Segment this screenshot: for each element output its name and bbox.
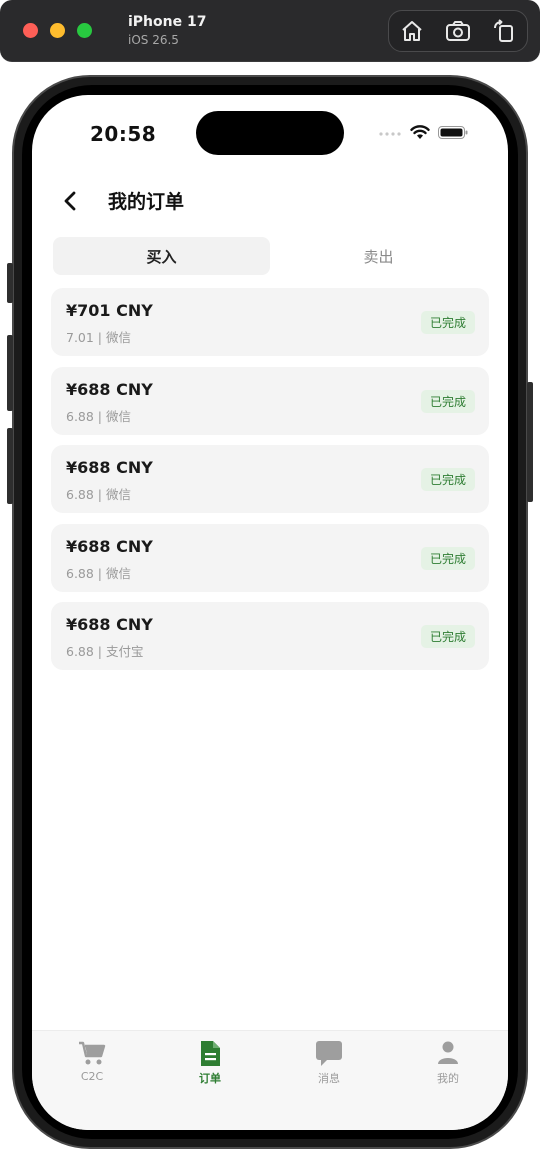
tab-bar-label: 消息 <box>318 1072 340 1085</box>
order-price-method: 6.88 | 微信 <box>66 565 131 581</box>
minimize-window-button[interactable] <box>50 23 65 38</box>
cart-icon <box>77 1039 107 1067</box>
order-card[interactable]: ¥688 CNY 6.88 | 微信 已完成 <box>51 445 489 513</box>
simulator-title-bar: iPhone 17 iOS 26.5 <box>0 0 540 62</box>
order-card[interactable]: ¥688 CNY 6.88 | 支付宝 已完成 <box>51 602 489 670</box>
order-amount: ¥701 CNY <box>66 301 153 320</box>
home-icon[interactable] <box>398 17 426 45</box>
status-badge: 已完成 <box>420 311 475 334</box>
chevron-left-icon <box>64 191 76 211</box>
order-amount: ¥688 CNY <box>66 536 153 556</box>
order-card[interactable]: ¥688 CNY 6.88 | 微信 已完成 <box>51 523 489 592</box>
simulator-os-version: iOS 26.5 <box>128 33 179 47</box>
side-button <box>527 382 533 502</box>
order-card[interactable]: ¥688 CNY 6.88 | 微信 已完成 <box>51 366 489 435</box>
chat-bubble-icon <box>314 1039 344 1067</box>
page-title: 我的订单 <box>108 191 185 213</box>
tab-bar-item-orders[interactable]: 订单 <box>170 1039 250 1089</box>
order-price-method: 6.88 | 微信 <box>66 408 131 424</box>
tab-sell[interactable]: 卖出 <box>270 237 487 275</box>
tab-bar-item-profile[interactable]: 我的 <box>408 1039 488 1089</box>
volume-down-button <box>7 428 13 504</box>
back-button[interactable] <box>56 187 84 215</box>
screenshot-icon[interactable] <box>444 17 472 45</box>
zoom-window-button[interactable] <box>77 23 92 38</box>
tab-bar-item-messages[interactable]: 消息 <box>289 1039 369 1089</box>
dynamic-island <box>196 111 344 155</box>
simulator-toolbar <box>388 10 528 52</box>
phone-screen: 20:58 我的订单 买入 卖出 ¥701 CNY 7.01 | 微信 已完成 … <box>32 95 508 1130</box>
rotate-icon[interactable] <box>490 17 518 45</box>
cellular-signal-icon <box>379 131 401 136</box>
person-icon <box>433 1039 463 1067</box>
order-price-method: 7.01 | 微信 <box>66 330 131 345</box>
status-badge: 已完成 <box>420 546 475 570</box>
tab-bar-label: 订单 <box>199 1072 221 1085</box>
volume-up-button <box>7 335 13 411</box>
status-badge: 已完成 <box>420 625 475 648</box>
order-list: ¥701 CNY 7.01 | 微信 已完成 ¥688 CNY 6.88 | 微… <box>51 288 489 681</box>
bottom-tab-bar: C2C 订单 消息 我的 <box>32 1030 508 1130</box>
order-amount: ¥688 CNY <box>66 458 153 477</box>
order-price-method: 6.88 | 支付宝 <box>66 644 144 659</box>
order-amount: ¥688 CNY <box>66 379 153 399</box>
status-bar-indicators <box>378 125 468 140</box>
tab-bar-item-c2c[interactable]: C2C <box>52 1039 132 1089</box>
tab-bar-label: 我的 <box>437 1072 459 1085</box>
order-type-tabs: 买入 卖出 <box>53 237 487 275</box>
tab-bar-label: C2C <box>80 1070 104 1083</box>
action-button <box>7 263 13 303</box>
order-amount: ¥688 CNY <box>66 615 153 634</box>
tab-buy[interactable]: 买入 <box>53 237 270 275</box>
wifi-icon <box>410 125 430 139</box>
battery-icon <box>438 126 468 139</box>
status-badge: 已完成 <box>420 389 475 413</box>
document-icon <box>195 1039 225 1067</box>
status-badge: 已完成 <box>420 468 475 491</box>
simulator-device-name: iPhone 17 <box>128 14 207 30</box>
order-card[interactable]: ¥701 CNY 7.01 | 微信 已完成 <box>51 288 489 356</box>
close-window-button[interactable] <box>23 23 38 38</box>
status-bar-time: 20:58 <box>90 122 157 146</box>
order-price-method: 6.88 | 微信 <box>66 487 131 502</box>
